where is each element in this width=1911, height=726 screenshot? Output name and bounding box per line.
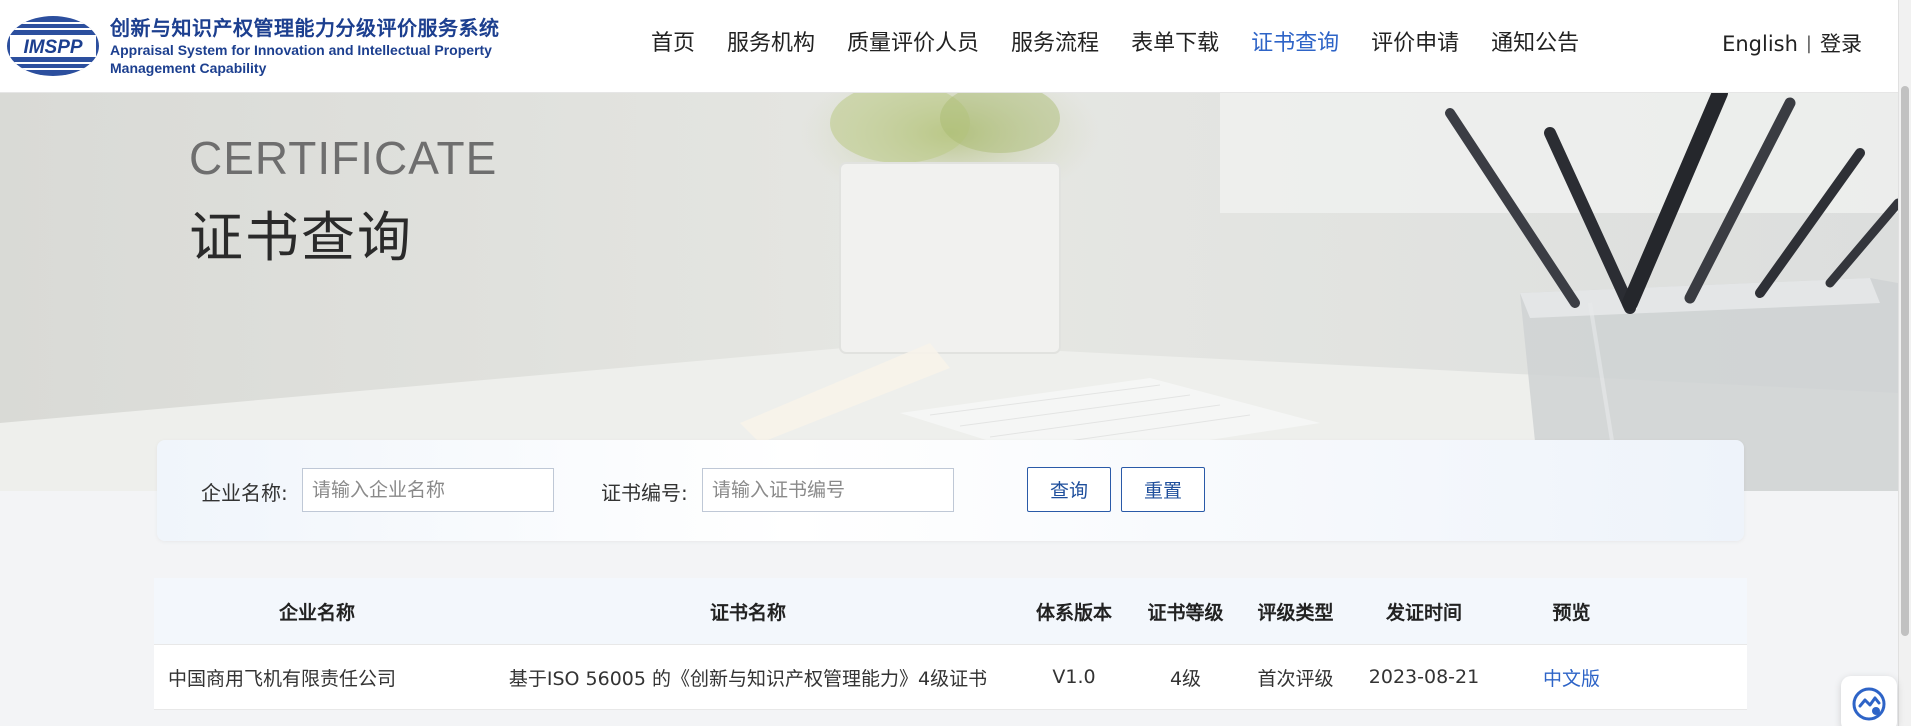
banner-title-en: CERTIFICATE (189, 132, 498, 184)
certificate-number-input[interactable] (702, 468, 954, 512)
banner-headline: CERTIFICATE 证书查询 (189, 131, 497, 272)
brand-title-en-line1: Appraisal System for Innovation and Inte… (110, 42, 492, 58)
support-chat-button[interactable] (1841, 676, 1897, 726)
col-header-version: 体系版本 (1035, 601, 1112, 624)
top-right-links: English | 登录 (1722, 28, 1862, 60)
svg-text:IMSPP: IMSPP (23, 37, 82, 58)
nav-evaluation-apply[interactable]: 评价申请 (1371, 28, 1459, 60)
brand-title-en-line2: Management Capability (110, 60, 267, 76)
nav-quality-evaluators[interactable]: 质量评价人员 (847, 28, 979, 60)
reset-button[interactable]: 重置 (1121, 467, 1205, 512)
cell-company: 中国商用飞机有限责任公司 (168, 667, 397, 690)
language-switch-link[interactable]: English (1722, 28, 1798, 60)
cell-rating-type: 首次评级 (1257, 667, 1334, 690)
imspp-logo[interactable]: IMSPP (6, 15, 100, 77)
company-name-label: 企业名称: (201, 481, 288, 505)
link-separator: | (1805, 33, 1812, 54)
nav-form-download[interactable]: 表单下载 (1131, 28, 1219, 60)
nav-service-agencies[interactable]: 服务机构 (727, 28, 815, 60)
page-scrollbar[interactable] (1898, 0, 1911, 726)
cell-version: V1.0 (1052, 666, 1096, 688)
nav-announcements[interactable]: 通知公告 (1491, 28, 1579, 60)
preview-cn-link[interactable]: 中文版 (1496, 664, 1647, 691)
col-header-issue-date: 发证时间 (1385, 601, 1462, 624)
col-header-certificate: 证书名称 (709, 601, 786, 624)
col-header-rating-type: 评级类型 (1257, 601, 1334, 624)
certificate-table: 企业名称 证书名称 体系版本 证书等级 评级类型 发证时间 预览 中国商用飞机有… (154, 578, 1747, 710)
company-name-input[interactable] (302, 468, 554, 512)
brand-block[interactable]: 创新与知识产权管理能力分级评价服务系统 Appraisal System for… (110, 15, 500, 77)
col-header-company: 企业名称 (278, 601, 355, 624)
cell-certificate: 基于ISO 56005 的《创新与知识产权管理能力》4级证书 (508, 667, 988, 690)
table-row: 中国商用飞机有限责任公司 基于ISO 56005 的《创新与知识产权管理能力》4… (154, 644, 1747, 710)
nav-home[interactable]: 首页 (651, 28, 695, 60)
login-link[interactable]: 登录 (1820, 28, 1862, 60)
hero-banner: CERTIFICATE 证书查询 (0, 93, 1898, 491)
scrollbar-thumb[interactable] (1901, 86, 1909, 636)
main-nav: 首页 服务机构 质量评价人员 服务流程 表单下载 证书查询 评价申请 通知公告 (651, 28, 1611, 60)
search-panel: 企业名称: 证书编号: 查询 重置 (157, 440, 1744, 541)
table-header-row: 企业名称 证书名称 体系版本 证书等级 评级类型 发证时间 预览 (154, 578, 1747, 644)
nav-certificate-query[interactable]: 证书查询 (1251, 28, 1339, 60)
cell-level: 4级 (1169, 667, 1202, 690)
col-header-level: 证书等级 (1147, 601, 1224, 624)
nav-service-process[interactable]: 服务流程 (1011, 28, 1099, 60)
brand-title-cn: 创新与知识产权管理能力分级评价服务系统 (110, 16, 500, 40)
query-button[interactable]: 查询 (1027, 467, 1111, 512)
cell-issue-date: 2023-08-21 (1368, 666, 1480, 688)
site-header: IMSPP 创新与知识产权管理能力分级评价服务系统 Appraisal Syst… (0, 0, 1898, 93)
col-header-preview: 预览 (1552, 601, 1591, 624)
support-chat-icon (1852, 687, 1886, 721)
banner-title-cn: 证书查询 (189, 206, 413, 269)
certificate-number-label: 证书编号: (601, 481, 688, 505)
